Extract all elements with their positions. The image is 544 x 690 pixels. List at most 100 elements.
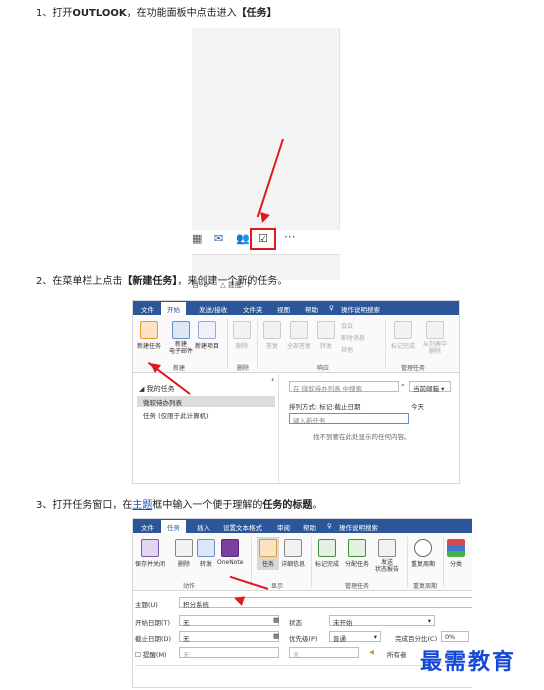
meeting-button[interactable]: 会议 (341, 321, 353, 330)
chevron-down-icon: ▾ (427, 617, 431, 625)
onenote-button[interactable]: OneNote (217, 539, 243, 566)
sort-label[interactable]: 排列方式: 标记:截止日期 (289, 401, 360, 411)
assign-task-button[interactable]: 分配任务 (345, 539, 369, 568)
status-select[interactable]: 未开始 ▾ (329, 615, 435, 627)
mail-icon[interactable]: ✉ (214, 232, 223, 245)
more-icon[interactable]: ··· (284, 230, 295, 244)
search-input[interactable]: 在 微软待办列表 中搜索 (289, 381, 399, 393)
categorize-button[interactable]: 分类 (447, 539, 465, 568)
step-text: ，在功能面板中点击进入 (126, 8, 237, 19)
new-task-icon (140, 321, 158, 339)
new-email-icon (172, 321, 190, 339)
reminder-time-field[interactable]: 无 (289, 647, 359, 659)
collapse-chevron-icon[interactable]: ‹ (271, 375, 274, 384)
status-report-icon (378, 539, 396, 557)
mark-complete-button[interactable]: 标记完成 (391, 321, 415, 350)
percent-complete-stepper[interactable]: 0% (441, 631, 469, 642)
priority-label: 优先级(P) (289, 635, 318, 643)
tab-file[interactable]: 文件 (141, 522, 154, 532)
subject-input[interactable]: 积分系统 (179, 597, 472, 609)
new-items-button[interactable]: 新建项目 (195, 321, 219, 350)
save-icon (141, 539, 159, 557)
tab-help[interactable]: 帮助 (303, 522, 316, 532)
priority-value: 普通 (333, 635, 346, 643)
im-button[interactable]: 即时消息 (341, 333, 365, 342)
recurrence-button[interactable]: 重复周期 (411, 539, 435, 568)
tab-view[interactable]: 视图 (277, 304, 290, 314)
delete-button[interactable]: 删除 (233, 321, 251, 350)
outlook-nav-screenshot: 目: 0 △ 提醒: 7 (192, 28, 340, 289)
priority-select[interactable]: 普通 ▾ (329, 631, 381, 643)
reply-button[interactable]: 答复 (263, 321, 281, 350)
speaker-icon[interactable]: ◀ (369, 648, 374, 656)
subject-link[interactable]: 主题 (132, 500, 152, 511)
send-status-button[interactable]: 发送 状态报告 (375, 539, 399, 573)
tab-task[interactable]: 任务 (161, 520, 186, 533)
step-text: 框中输入一个便于理解的 (152, 500, 263, 511)
mailbox-scope-select[interactable]: 当前邮箱 ▾ (409, 381, 451, 393)
delete-button[interactable]: 删除 (175, 539, 193, 568)
search-placeholder: 在 微软待办列表 中搜索 (293, 385, 363, 393)
reply-label: 答复 (265, 343, 278, 350)
search-icon[interactable]: ⌕ (401, 381, 405, 390)
task-view-button[interactable]: 任务 (257, 537, 279, 570)
save-close-button[interactable]: 保存并关闭 (135, 539, 165, 568)
reply-all-button[interactable]: 全部答复 (287, 321, 311, 350)
sidebar-item-todo-list[interactable]: 微软待办列表 (137, 396, 275, 407)
forward-button[interactable]: 转发 (197, 539, 215, 568)
tab-tell-me[interactable]: 操作说明搜索 (339, 522, 378, 532)
task-icon (259, 539, 277, 557)
due-date-field[interactable]: 无 (179, 631, 279, 643)
percent-complete-value: 0% (445, 633, 456, 641)
tab-send-receive[interactable]: 发送/接收 (199, 304, 227, 314)
calendar-icon[interactable]: ▦ (192, 232, 202, 245)
step-2-text: 2、在菜单栏上点击【新建任务】，来创建一个新的任务。 (36, 272, 287, 287)
forward-label: 转发 (199, 561, 212, 568)
remove-from-list-button[interactable]: 从列表中 删除 (423, 321, 447, 355)
forward-label: 转发 (319, 343, 332, 350)
more-respond-button[interactable]: 其他 (341, 345, 353, 354)
tab-folder[interactable]: 文件夹 (243, 304, 263, 314)
reply-all-icon (290, 321, 308, 339)
categorize-label: 分类 (449, 561, 462, 568)
calendar-icon[interactable]: ▦ (273, 616, 279, 624)
tab-home[interactable]: 开始 (161, 302, 186, 315)
reminder-checkbox[interactable]: ☐ 提醒(M) (135, 649, 167, 659)
mark-complete-button[interactable]: 标记完成 (315, 539, 339, 568)
details-button[interactable]: 详细信息 (281, 539, 305, 568)
folder-pane: ◢ 我的任务 微软待办列表 任务 (仅限于此计算机) (133, 374, 279, 483)
reply-all-label: 全部答复 (287, 343, 312, 350)
calendar-icon[interactable]: ▦ (273, 632, 279, 640)
step-text: 1、打开 (36, 8, 73, 19)
mark-complete-label: 标记完成 (315, 561, 340, 568)
step-text: ，来创建一个新的任务。 (177, 276, 288, 287)
step-1-text: 1、打开OUTLOOK，在功能面板中点击进入【任务】 (36, 4, 277, 19)
step-bold-text: 【任务】 (236, 8, 277, 19)
sidebar-item-local-tasks[interactable]: 任务 (仅限于此计算机) (143, 410, 209, 420)
new-email-button[interactable]: 新建 电子邮件 (169, 321, 193, 355)
tab-tell-me[interactable]: 操作说明搜索 (341, 304, 380, 314)
checkmark-icon (318, 539, 336, 557)
status-label: 状态 (289, 619, 302, 627)
tab-help[interactable]: 帮助 (305, 304, 318, 314)
reminder-date-field[interactable]: 无 (179, 647, 279, 659)
due-date-label: 截止日期(D) (135, 635, 172, 643)
forward-button[interactable]: 转发 (317, 321, 335, 350)
forward-icon (197, 539, 215, 557)
tab-file[interactable]: 文件 (141, 304, 154, 314)
due-date-value: 无 (183, 635, 190, 643)
my-tasks-header[interactable]: ◢ 我的任务 (139, 384, 175, 394)
tab-format-text[interactable]: 设置文本格式 (223, 522, 262, 532)
chevron-down-icon: ▾ (373, 633, 377, 641)
tab-insert[interactable]: 插入 (197, 522, 210, 532)
new-items-icon (198, 321, 216, 339)
tab-review[interactable]: 审阅 (277, 522, 290, 532)
new-task-input[interactable]: 键入新任务 (289, 413, 409, 425)
people-icon[interactable]: 👥 (236, 232, 250, 245)
sort-today: 今天 (411, 403, 424, 411)
new-task-button[interactable]: 新建任务 (137, 321, 161, 350)
start-date-field[interactable]: 无 (179, 615, 279, 627)
delete-icon (233, 321, 251, 339)
categorize-icon (447, 539, 465, 557)
reminder-time-value: 无 (293, 651, 300, 659)
